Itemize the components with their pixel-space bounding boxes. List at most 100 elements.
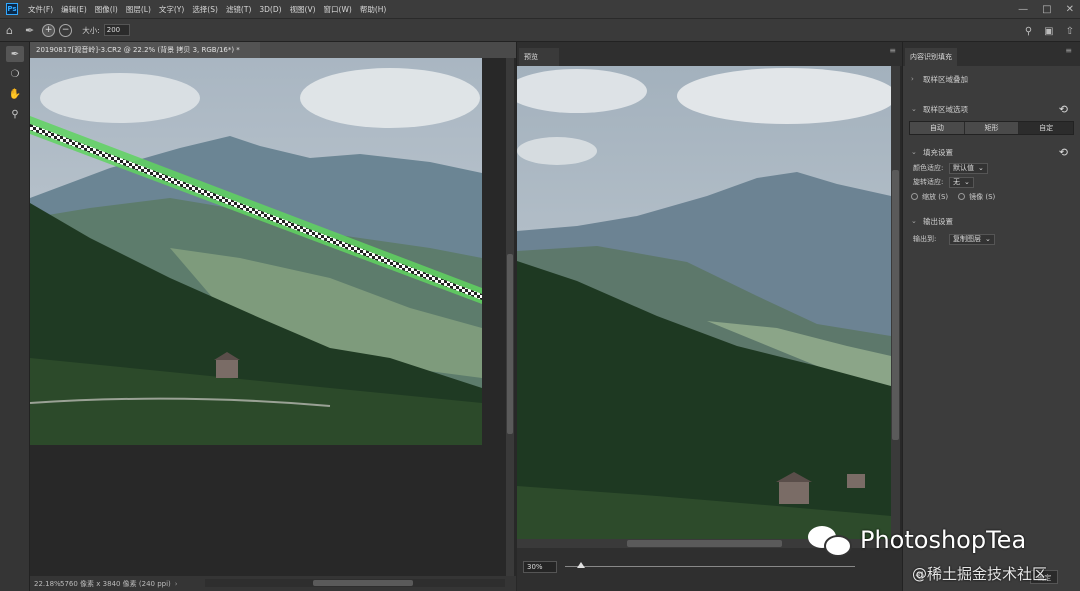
rotate-adapt-dropdown[interactable]: 无 ⌄ [949,176,974,188]
preview-vertical-scrollbar[interactable] [891,66,900,539]
preview-tab-bar: 预览 ≡ [516,42,902,66]
scale-mirror-row: 缩放 (S) 镜像 (S) [903,189,1080,204]
scrollbar-thumb[interactable] [507,254,513,434]
preview-zoom-slider-thumb[interactable] [577,562,585,568]
rotate-adapt-row: 旋转适应: 无 ⌄ [903,175,1080,189]
dropdown-value: 复制图层 [953,234,981,243]
rotate-adapt-label: 旋转适应: [913,178,944,186]
color-adapt-label: 颜色适应: [913,164,944,172]
document-status-bar: 22.18% 5760 像素 x 3840 像素 (240 ppi) › [30,576,516,591]
watermark: PhotoshopTea [808,520,1026,560]
sampling-mode-selector: 自动 矩形 自定 [909,121,1074,135]
preview-photo[interactable] [517,66,891,539]
preview-tab[interactable]: 预览 [519,48,559,66]
menu-image[interactable]: 图像(I) [91,4,122,15]
menu-edit[interactable]: 编辑(E) [57,4,91,15]
document-tab[interactable]: 20190817[观音岭]-3.CR2 @ 22.2% (背景 拷贝 3, RG… [30,42,260,58]
zoom-tool-icon[interactable]: ⚲ [6,106,24,122]
menu-layer[interactable]: 图层(L) [122,4,155,15]
menu-window[interactable]: 窗口(W) [320,4,356,15]
menu-file[interactable]: 文件(F) [24,4,57,15]
preview-zoom-slider[interactable] [565,566,855,567]
size-input[interactable]: 200 [103,24,130,36]
chevron-down-icon: ⌄ [978,163,984,172]
output-to-dropdown[interactable]: 复制图层 ⌄ [949,233,995,245]
mirror-label: 镜像 (S) [969,192,996,201]
lasso-tool-icon[interactable]: ❍ [6,66,24,82]
watermark-site: @稀土掘金技术社区 [912,565,1048,583]
section-sampling-area[interactable]: ⌄ 取样区域选项 ⟲ [903,100,1080,118]
scrollbar-thumb[interactable] [313,580,413,586]
document-zoom-level[interactable]: 22.18% [30,580,61,588]
photoshop-logo-icon: Ps [6,3,18,15]
reset-icon[interactable]: ⟲ [1059,146,1068,159]
color-adapt-row: 颜色适应: 默认值 ⌄ [903,161,1080,175]
add-to-sample-icon[interactable]: + [42,23,56,37]
scale-label: 缩放 (S) [922,192,949,201]
menu-filter[interactable]: 滤镜(T) [222,4,255,15]
dropdown-value: 默认值 [953,163,974,172]
sampling-mode-rect[interactable]: 矩形 [964,122,1020,134]
panel-tab-bar: 内容识别填充 ≡ [903,42,1080,66]
section-title: 取样区域叠加 [923,74,968,84]
watermark-brand: PhotoshopTea [860,526,1027,554]
menu-3d[interactable]: 3D(D) [255,5,285,14]
options-right-icons: ⚲ ▣ ⇧ [1025,19,1074,43]
brush-tool-preset-icon[interactable]: ✒ [25,24,34,37]
sampling-mode-custom[interactable]: 自定 [1019,122,1074,134]
output-to-row: 输出到: 复制图层 ⌄ [903,232,1080,246]
close-icon[interactable]: ✕ [1066,4,1074,15]
landscape-photo-with-sample-overlay[interactable] [30,58,482,445]
mirror-checkbox[interactable] [958,193,966,200]
color-adapt-dropdown[interactable]: 默认值 ⌄ [949,162,988,174]
menu-view[interactable]: 视图(V) [286,4,320,15]
section-fill-settings[interactable]: ⌄ 填充设置 ⟲ [903,143,1080,161]
menu-type[interactable]: 文字(Y) [155,4,188,15]
size-label: 大小: [82,25,100,35]
chevron-down-icon[interactable]: ⌄ [911,105,923,113]
document-canvas[interactable] [30,58,516,576]
subtract-from-sample-icon[interactable]: − [59,23,73,37]
reset-icon[interactable]: ⟲ [1059,103,1068,116]
chevron-down-icon[interactable]: ⌄ [911,148,923,156]
preview-zoom-input[interactable]: 30% [523,561,557,573]
chevron-down-icon: ⌄ [964,177,970,186]
scale-checkbox[interactable] [911,193,918,200]
dropdown-value: 无 [953,177,960,186]
scrollbar-thumb[interactable] [627,540,782,547]
share-icon[interactable]: ⇧ [1066,26,1074,37]
menu-bar: Ps 文件(F) 编辑(E) 图像(I) 图层(L) 文字(Y) 选择(S) 滤… [0,0,1080,18]
sampling-brush-tool-icon[interactable]: ✒ [6,46,24,62]
scrollbar-thumb[interactable] [892,170,899,440]
chevron-down-icon: ⌄ [985,234,991,243]
maximize-icon[interactable]: □ [1042,4,1051,15]
status-arrow-icon[interactable]: › [175,580,178,588]
section-title: 填充设置 [923,147,953,157]
panel-menu-icon[interactable]: ≡ [1065,46,1072,55]
tools-panel: ✒ ❍ ✋ ⚲ [0,42,30,591]
section-sampling-overlay[interactable]: › 取样区域叠加 [903,70,1080,88]
minimize-icon[interactable]: — [1018,4,1028,15]
document-info: 5760 像素 x 3840 像素 (240 ppi) [60,579,171,588]
document-tab-bar: 20190817[观音岭]-3.CR2 @ 22.2% (背景 拷贝 3, RG… [30,42,516,58]
menu-help[interactable]: 帮助(H) [356,4,391,15]
workspace-icon[interactable]: ▣ [1044,26,1053,37]
chevron-right-icon[interactable]: › [911,75,923,83]
panel-menu-icon[interactable]: ≡ [889,46,896,55]
section-title: 输出设置 [923,216,953,226]
chevron-down-icon[interactable]: ⌄ [911,217,923,225]
document-horizontal-scrollbar[interactable] [205,579,505,587]
window-controls: — □ ✕ [1018,0,1074,18]
hand-tool-icon[interactable]: ✋ [6,86,24,102]
content-aware-fill-panel: 内容识别填充 ≡ › 取样区域叠加 ⌄ 取样区域选项 ⟲ 自动 矩形 自定 ⌄ … [902,42,1080,591]
section-output-settings[interactable]: ⌄ 输出设置 [903,212,1080,230]
content-aware-fill-tab[interactable]: 内容识别填充 [905,48,957,66]
options-bar: ⌂ ✒ + − 大小: 200 ⚲ ▣ ⇧ [0,18,1080,42]
section-title: 取样区域选项 [923,104,968,114]
output-to-label: 输出到: [913,235,937,243]
search-icon[interactable]: ⚲ [1025,26,1032,37]
sampling-mode-auto[interactable]: 自动 [910,122,965,134]
document-vertical-scrollbar[interactable] [506,58,514,576]
menu-select[interactable]: 选择(S) [188,4,222,15]
home-icon[interactable]: ⌂ [6,24,13,37]
